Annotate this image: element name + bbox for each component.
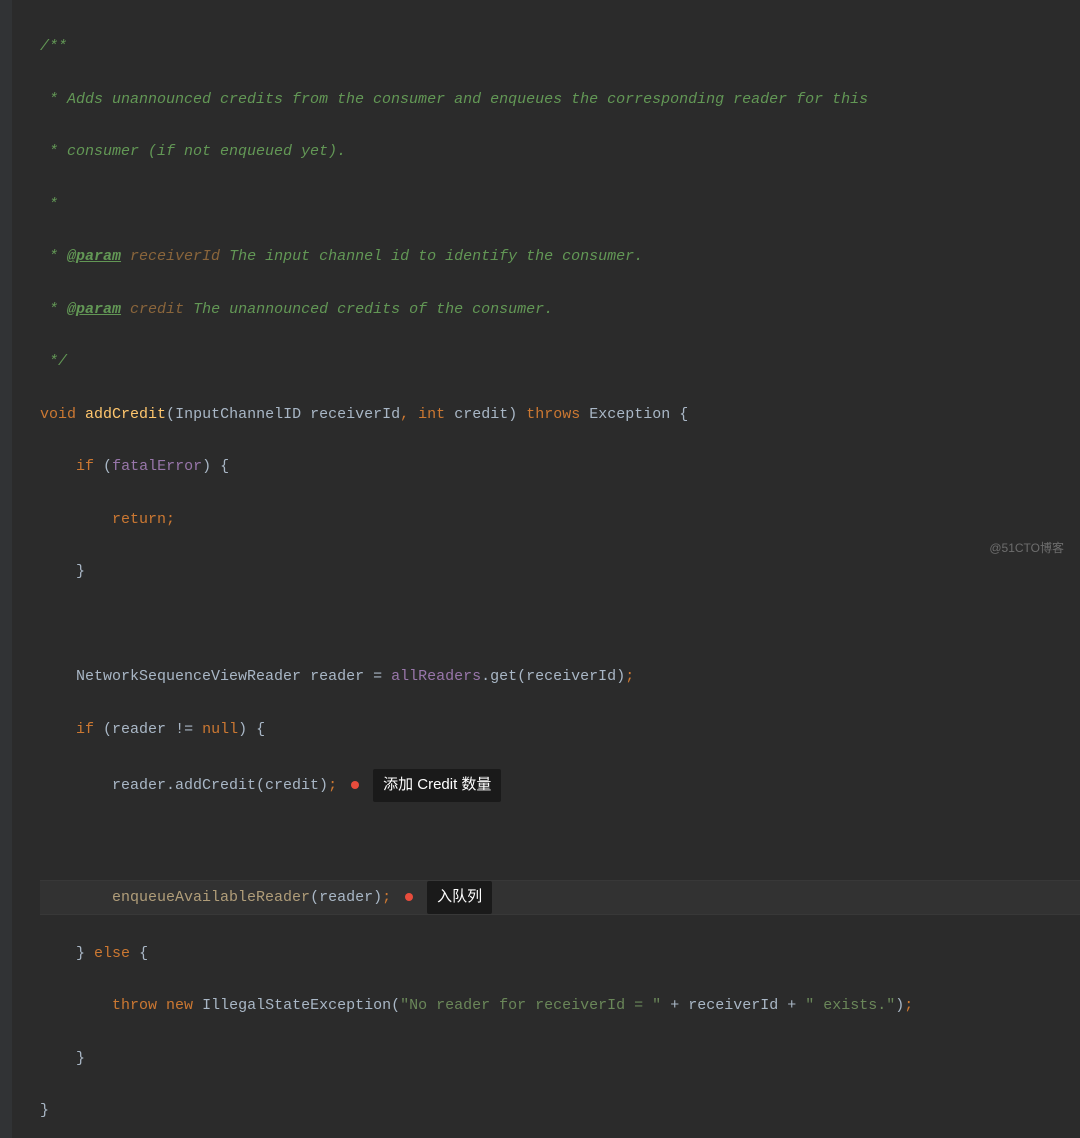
string-literal: "No reader for receiverId = ": [400, 997, 661, 1014]
code-line: } else {: [40, 941, 1080, 967]
param: receiverId: [310, 406, 400, 423]
code-line: *: [40, 192, 1080, 218]
javadoc-param-name: credit: [130, 301, 184, 318]
javadoc-open: /**: [40, 38, 67, 55]
code-line: return;: [40, 507, 1080, 533]
javadoc-text: * consumer (if not enqueued yet).: [40, 143, 346, 160]
code-editor[interactable]: /** * Adds unannounced credits from the …: [0, 0, 1080, 1138]
code-line: * consumer (if not enqueued yet).: [40, 139, 1080, 165]
javadoc-param-desc: The input channel id to identify the con…: [229, 248, 643, 265]
javadoc-close: */: [40, 353, 67, 370]
annotation-enqueue: 入队列: [405, 881, 492, 913]
keyword-void: void: [40, 406, 76, 423]
keyword-throw: throw: [112, 997, 157, 1014]
code-line: [40, 828, 1080, 854]
code-line: * @param credit The unannounced credits …: [40, 297, 1080, 323]
keyword-new: new: [166, 997, 193, 1014]
keyword-return: return: [112, 511, 166, 528]
keyword-if: if: [76, 458, 94, 475]
keyword-int: int: [418, 406, 445, 423]
type: IllegalStateException: [202, 997, 391, 1014]
annotation-label: 添加 Credit 数量: [373, 769, 501, 801]
keyword-if: if: [76, 721, 94, 738]
field: fatalError: [112, 458, 202, 475]
keyword-throws: throws: [526, 406, 580, 423]
string-literal: " exists.": [805, 997, 895, 1014]
code-line: if (fatalError) {: [40, 454, 1080, 480]
code-area[interactable]: /** * Adds unannounced credits from the …: [0, 8, 1080, 1138]
code-line: }: [40, 1098, 1080, 1124]
code-line: void addCredit(InputChannelID receiverId…: [40, 402, 1080, 428]
javadoc-blank: *: [40, 196, 58, 213]
javadoc-param-desc: The unannounced credits of the consumer.: [193, 301, 553, 318]
code-line: * @param receiverId The input channel id…: [40, 244, 1080, 270]
code-line: */: [40, 349, 1080, 375]
annotation-add-credit: 添加 Credit 数量: [351, 769, 501, 801]
annotation-label: 入队列: [427, 881, 492, 913]
var: reader: [310, 668, 364, 685]
javadoc-param-name: receiverId: [130, 248, 220, 265]
operator-ne: !=: [175, 721, 193, 738]
param: credit: [454, 406, 508, 423]
code-line: NetworkSequenceViewReader reader = allRe…: [40, 664, 1080, 690]
method-call: enqueueAvailableReader: [112, 889, 310, 906]
field: allReaders: [391, 668, 481, 685]
javadoc-tag: @param: [67, 301, 121, 318]
keyword-else: else: [94, 945, 130, 962]
watermark: @51CTO博客: [989, 538, 1064, 559]
javadoc-tag: @param: [67, 248, 121, 265]
code-line: [40, 612, 1080, 638]
gutter: [0, 0, 12, 1138]
code-line: reader.addCredit(credit);添加 Credit 数量: [40, 769, 1080, 801]
type: InputChannelID: [175, 406, 301, 423]
type: Exception: [589, 406, 670, 423]
method-call: get: [490, 668, 517, 685]
annotation-dot-icon: [405, 893, 413, 901]
keyword-null: null: [202, 721, 238, 738]
method-call: addCredit: [175, 777, 256, 794]
method-name: addCredit: [85, 406, 166, 423]
code-line: throw new IllegalStateException("No read…: [40, 993, 1080, 1019]
code-line: * Adds unannounced credits from the cons…: [40, 87, 1080, 113]
code-line: }: [40, 1046, 1080, 1072]
code-line: }: [40, 559, 1080, 585]
code-line: if (reader != null) {: [40, 717, 1080, 743]
code-line-highlighted: enqueueAvailableReader(reader);入队列: [40, 880, 1080, 914]
javadoc-text: * Adds unannounced credits from the cons…: [40, 91, 868, 108]
code-line: /**: [40, 34, 1080, 60]
annotation-dot-icon: [351, 781, 359, 789]
type: NetworkSequenceViewReader: [76, 668, 301, 685]
